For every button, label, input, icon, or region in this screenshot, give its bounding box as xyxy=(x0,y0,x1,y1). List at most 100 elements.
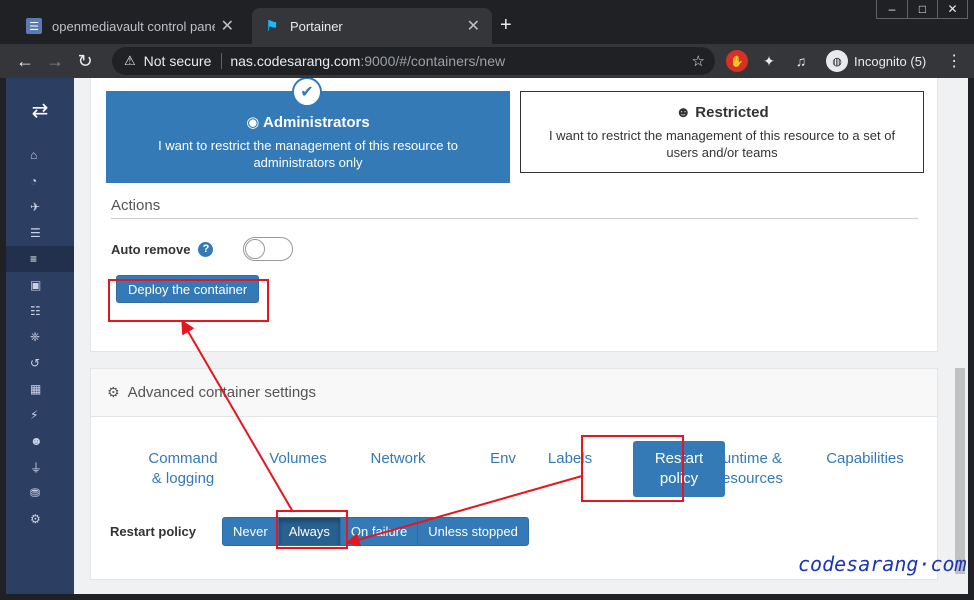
sidebar-item-host[interactable]: ▦ xyxy=(6,376,74,402)
warning-icon: ⚠ xyxy=(124,53,136,68)
users-icon: ☻ xyxy=(30,434,43,448)
sidebar-item-list[interactable]: ☰ xyxy=(6,220,74,246)
advanced-settings-tabs: Command & logging Volumes Network Env Labels… xyxy=(123,441,913,501)
sidebar-item-images[interactable]: ▣ xyxy=(6,272,74,298)
tab-command-logging[interactable]: Command & logging xyxy=(143,449,223,489)
auto-remove-toggle[interactable] xyxy=(243,237,294,261)
vertical-scrollbar[interactable] xyxy=(952,78,968,594)
restart-policy-label: Restart policy xyxy=(110,524,196,539)
network-icon: ☷ xyxy=(30,304,41,318)
main-content: ✔ ◉ Administrators I want to restrict th… xyxy=(74,78,952,594)
window-border-bottom xyxy=(0,594,974,600)
plug-icon: ⏚ xyxy=(30,460,43,475)
restart-option-on-failure[interactable]: On failure xyxy=(339,517,419,546)
tab-title: openmediavault control panel - xyxy=(52,18,215,34)
sidebar-item-volumes[interactable]: ❈ xyxy=(6,324,74,350)
media-queue-icon[interactable]: ♫ xyxy=(790,50,812,72)
watermark: codesarang·com xyxy=(798,552,967,576)
browser-tab-portainer[interactable]: ⚑ Portainer ✕ xyxy=(252,8,492,44)
dashboard-icon: ◔ xyxy=(30,174,38,188)
advanced-settings-panel: ⚙ Advanced container settings Command & … xyxy=(90,368,938,580)
sidebar-item-network[interactable]: ☷ xyxy=(6,298,74,324)
access-option-administrators[interactable]: ✔ ◉ Administrators I want to restrict th… xyxy=(106,78,510,183)
deploy-container-button[interactable]: Deploy the container xyxy=(116,275,260,303)
sidebar-menu: ⌂ ◔ ✈ ☰ ≡ ▣ ☷ ❈ ↺ ▦ ⚡ ☻ ⏚ ⛃ ⚙ xyxy=(6,142,74,532)
sidebar-item-home[interactable]: ⌂ xyxy=(6,142,74,168)
advanced-settings-title: Advanced container settings xyxy=(127,384,317,401)
advanced-settings-header: ⚙ Advanced container settings xyxy=(91,369,937,417)
actions-section-title: Actions xyxy=(111,197,918,219)
restricted-title-text: Restricted xyxy=(695,104,769,121)
menu-kebab-icon[interactable]: ⋮ xyxy=(946,51,962,71)
volumes-icon: ❈ xyxy=(30,330,41,344)
address-bar[interactable]: ⚠ Not secure nas.codesarang.com:9000/#/c… xyxy=(112,47,715,75)
close-tab-icon[interactable]: ✕ xyxy=(467,16,480,36)
new-tab-button[interactable]: + xyxy=(500,14,512,37)
back-arrow-icon[interactable]: ← xyxy=(10,46,40,76)
scrollbar-thumb[interactable] xyxy=(955,368,965,574)
incognito-indicator[interactable]: ◍ Incognito (5) xyxy=(826,50,926,72)
url-host: nas.codesarang.com xyxy=(230,53,361,69)
administrators-title: ◉ Administrators xyxy=(106,113,510,131)
containers-icon: ≡ xyxy=(30,252,38,266)
window-controls: – □ ✕ xyxy=(876,0,968,19)
tab-runtime-resources[interactable]: Runtime & Resources xyxy=(708,449,786,489)
sidebar-item-containers[interactable]: ≡ xyxy=(6,246,74,272)
address-separator xyxy=(221,53,223,69)
rocket-icon: ✈ xyxy=(30,200,41,214)
access-control-panel: ✔ ◉ Administrators I want to restrict th… xyxy=(90,78,938,352)
security-label: Not secure xyxy=(143,53,212,69)
auto-remove-label: Auto remove xyxy=(111,241,191,257)
gear-icon: ⚙ xyxy=(107,384,120,400)
reload-icon[interactable]: ↻ xyxy=(70,46,100,76)
eye-slash-icon: ◉ xyxy=(246,114,260,131)
toolbar-right: ✋ ✦ ♫ ◍ Incognito (5) ⋮ xyxy=(726,44,962,78)
tab-network[interactable]: Network xyxy=(366,449,430,469)
administrators-description: I want to restrict the management of thi… xyxy=(158,138,458,170)
sidebar-item-settings[interactable]: ⚙ xyxy=(6,506,74,532)
restart-option-always[interactable]: Always xyxy=(277,517,341,546)
bookmark-star-icon[interactable]: ☆ xyxy=(692,52,705,70)
tab-title: Portainer xyxy=(290,18,343,34)
close-window-button[interactable]: ✕ xyxy=(937,0,967,18)
minimize-button[interactable]: – xyxy=(877,0,907,18)
portainer-sidebar: ⇄ ⌂ ◔ ✈ ☰ ≡ ▣ ☷ ❈ ↺ ▦ ⚡ ☻ ⏚ ⛃ ⚙ xyxy=(6,78,74,594)
toggle-knob xyxy=(245,239,266,259)
url-path: :9000/#/containers/new xyxy=(360,53,506,69)
incognito-icon: ◍ xyxy=(826,50,848,72)
check-circle-icon: ✔ xyxy=(292,78,322,107)
sidebar-item-users[interactable]: ☻ xyxy=(6,428,74,454)
restricted-title: ☻ Restricted xyxy=(521,104,923,121)
extensions-puzzle-icon[interactable]: ✦ xyxy=(758,50,780,72)
help-question-icon[interactable]: ? xyxy=(198,241,214,257)
sidebar-item-rocket[interactable]: ✈ xyxy=(6,194,74,220)
bolt-icon: ⚡ xyxy=(30,408,39,422)
restricted-description: I want to restrict the management of thi… xyxy=(548,128,896,160)
incognito-label: Incognito (5) xyxy=(854,53,927,69)
tab-env[interactable]: Env xyxy=(488,449,518,469)
forward-arrow-icon[interactable]: → xyxy=(40,46,70,76)
list-icon: ☰ xyxy=(30,226,41,240)
images-icon: ▣ xyxy=(30,278,42,292)
close-tab-icon[interactable]: ✕ xyxy=(221,16,234,36)
restart-option-never[interactable]: Never xyxy=(222,517,279,546)
tab-labels[interactable]: Labels xyxy=(546,449,594,469)
portainer-favicon-icon: ⚑ xyxy=(265,18,279,35)
window-border xyxy=(968,78,974,600)
sidebar-item-events[interactable]: ↺ xyxy=(6,350,74,376)
access-option-restricted[interactable]: ☻ Restricted I want to restrict the mana… xyxy=(520,91,924,173)
maximize-button[interactable]: □ xyxy=(907,0,937,18)
browser-tab-openmediavault[interactable]: ☰ openmediavault control panel - ✕ xyxy=(14,8,246,44)
portainer-logo-icon[interactable]: ⇄ xyxy=(6,78,74,142)
events-icon: ↺ xyxy=(30,356,41,370)
sidebar-item-database[interactable]: ⛃ xyxy=(6,480,74,506)
administrators-title-text: Administrators xyxy=(263,114,370,131)
host-icon: ▦ xyxy=(30,382,42,396)
tab-capabilities[interactable]: Capabilities xyxy=(822,449,908,469)
sidebar-item-dashboard[interactable]: ◔ xyxy=(6,168,74,194)
restart-option-unless-stopped[interactable]: Unless stopped xyxy=(417,517,529,546)
sidebar-item-plug[interactable]: ⏚ xyxy=(6,454,74,480)
sidebar-item-bolt[interactable]: ⚡ xyxy=(6,402,74,428)
adblock-extension-icon[interactable]: ✋ xyxy=(726,50,748,72)
tab-volumes[interactable]: Volumes xyxy=(267,449,329,469)
